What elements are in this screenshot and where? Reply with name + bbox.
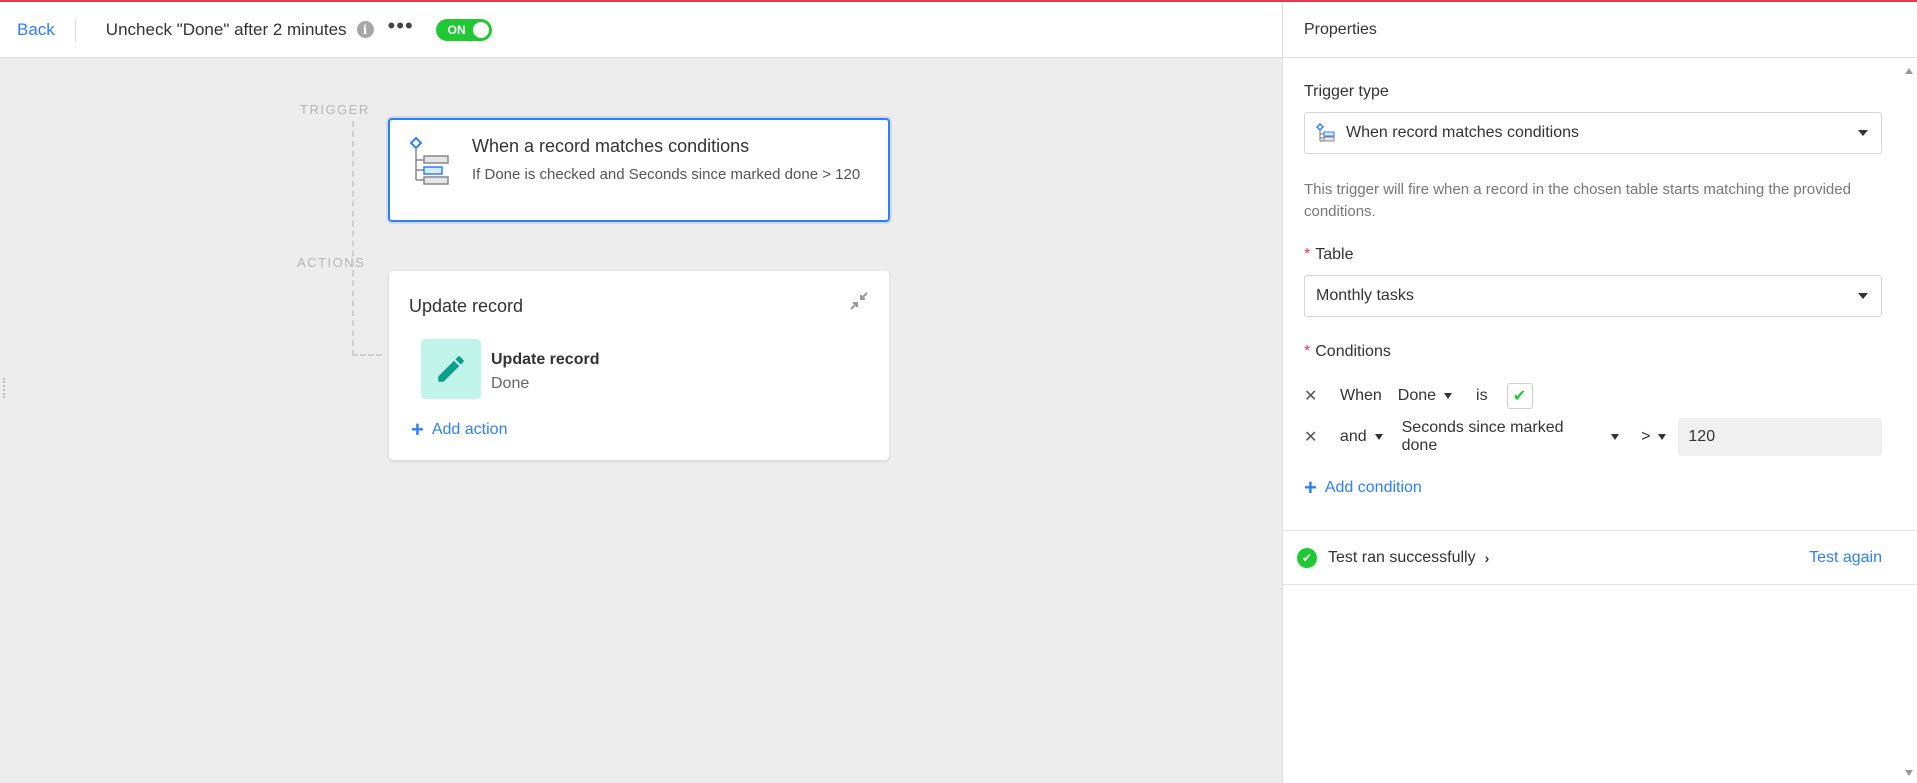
table-label: * Table xyxy=(1304,246,1354,263)
remove-condition-icon[interactable]: ✕ xyxy=(1304,427,1340,447)
condition-row: ✕ and Seconds since marked done > 120 xyxy=(1304,418,1882,456)
chevron-down-icon xyxy=(1858,293,1868,299)
action-step-field: Done xyxy=(491,375,530,392)
condition-value-checkbox[interactable]: ✔ xyxy=(1506,383,1533,409)
plus-icon: + xyxy=(1304,475,1317,500)
update-record-step-icon[interactable] xyxy=(421,339,481,399)
chevron-down-icon xyxy=(1858,130,1868,136)
trigger-summary: If Done is checked and Seconds since mar… xyxy=(472,166,861,183)
condition-value-input[interactable]: 120 xyxy=(1678,418,1882,456)
conditions-label: * Conditions xyxy=(1304,343,1391,360)
back-link[interactable]: Back xyxy=(17,20,55,40)
automation-on-toggle[interactable]: ON xyxy=(435,18,492,41)
trigger-type-label: Trigger type xyxy=(1304,83,1389,100)
resize-handle[interactable] xyxy=(3,378,6,398)
toggle-knob xyxy=(472,21,489,38)
remove-condition-icon[interactable]: ✕ xyxy=(1304,386,1340,406)
info-icon[interactable]: i xyxy=(356,21,374,38)
add-condition-label: Add condition xyxy=(1324,479,1422,496)
condition-conjunction: When xyxy=(1340,387,1382,404)
condition-conjunction-dropdown[interactable]: and xyxy=(1340,428,1383,446)
test-status-text[interactable]: Test ran successfully xyxy=(1328,549,1476,567)
actions-section-label: ACTIONS xyxy=(297,255,366,270)
add-condition-button[interactable]: + Add condition xyxy=(1304,475,1422,500)
flow-connector-horizontal xyxy=(352,354,382,356)
caret-down-icon xyxy=(1658,434,1667,440)
trigger-card[interactable]: When a record matches conditions If Done… xyxy=(388,118,890,222)
trigger-type-select[interactable]: When record matches conditions xyxy=(1304,112,1882,154)
collapse-icon[interactable] xyxy=(849,291,869,311)
header-divider xyxy=(74,17,76,42)
condition-operator-dropdown[interactable]: > xyxy=(1641,428,1667,446)
conditions-tree-icon xyxy=(1316,123,1335,142)
scroll-up-arrow-icon[interactable] xyxy=(1905,68,1913,74)
test-again-link[interactable]: Test again xyxy=(1809,549,1882,567)
scroll-down-arrow-icon[interactable] xyxy=(1905,770,1913,776)
caret-down-icon xyxy=(1374,434,1383,440)
condition-field-dropdown[interactable]: Seconds since marked done xyxy=(1402,419,1620,455)
add-action-button[interactable]: + Add action xyxy=(411,417,508,442)
condition-row: ✕ When Done is ✔ xyxy=(1304,381,1533,411)
automation-canvas: TRIGGER ACTIONS When a record matches co… xyxy=(0,58,1282,783)
condition-operator: is xyxy=(1476,387,1488,404)
properties-title: Properties xyxy=(1283,2,1917,58)
caret-down-icon xyxy=(1611,434,1620,440)
flow-connector-vertical xyxy=(352,121,354,356)
pencil-icon xyxy=(438,356,464,382)
required-marker: * xyxy=(1304,246,1311,263)
trigger-description: This trigger will fire when a record in … xyxy=(1304,181,1851,220)
table-value: Monthly tasks xyxy=(1316,287,1414,304)
add-action-label: Add action xyxy=(431,421,508,438)
conditions-tree-icon xyxy=(410,136,449,185)
success-check-icon: ✔ xyxy=(1297,547,1317,568)
trigger-type-value: When record matches conditions xyxy=(1346,124,1579,141)
toggle-label: ON xyxy=(447,22,466,37)
caret-down-icon xyxy=(1444,393,1453,399)
plus-icon: + xyxy=(411,417,424,442)
automation-header: Back Uncheck "Done" after 2 minutes i ••… xyxy=(0,2,1282,58)
action-step-title[interactable]: Update record xyxy=(491,351,599,369)
required-marker: * xyxy=(1304,343,1311,360)
table-select[interactable]: Monthly tasks xyxy=(1304,275,1882,317)
test-result-row: ✔ Test ran successfully › Test again xyxy=(1283,530,1917,585)
more-options-icon[interactable]: ••• xyxy=(388,14,414,39)
action-group-title: Update record xyxy=(409,296,524,316)
properties-panel: Properties Trigger type When record matc… xyxy=(1282,2,1917,783)
automation-title[interactable]: Uncheck "Done" after 2 minutes xyxy=(106,20,347,40)
trigger-title: When a record matches conditions xyxy=(472,136,750,156)
trigger-section-label: TRIGGER xyxy=(300,102,370,117)
condition-field-dropdown[interactable]: Done xyxy=(1398,387,1453,405)
action-group-card[interactable]: Update record Update record Done + Add a… xyxy=(389,271,889,460)
chevron-right-icon[interactable]: › xyxy=(1485,550,1490,566)
